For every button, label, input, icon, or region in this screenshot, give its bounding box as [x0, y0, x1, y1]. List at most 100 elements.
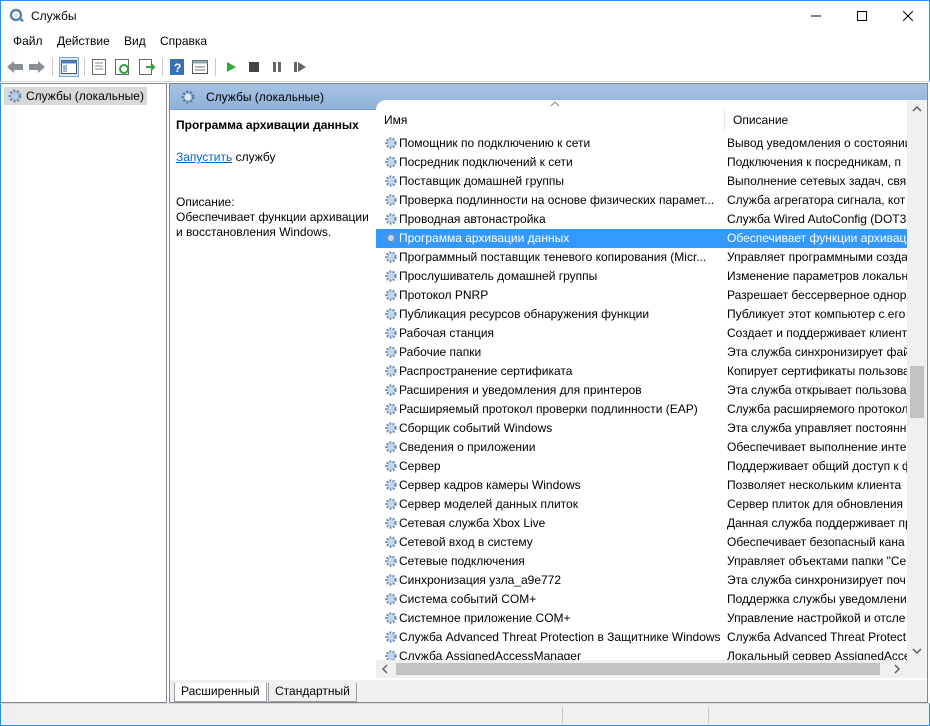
service-row[interactable]: Сервер моделей данных плиток Сервер плито… — [376, 495, 907, 514]
console-tree-button[interactable] — [59, 57, 79, 77]
gear-icon — [385, 574, 397, 586]
service-row[interactable]: Прослушиватель домашней группы Изменение … — [376, 267, 907, 286]
service-row[interactable]: Система событий COM+ Поддержка службы уве… — [376, 590, 907, 609]
gear-icon — [385, 593, 397, 605]
tree-item-services-local[interactable]: Службы (локальные) — [4, 87, 147, 105]
menu-help[interactable]: Справка — [160, 34, 207, 48]
service-description: Служба Wired AutoConfig (DOT3 — [727, 212, 907, 226]
svg-text:?: ? — [174, 61, 181, 75]
description-label: Описание: — [176, 195, 235, 209]
gear-icon — [385, 555, 397, 567]
stop-service-button[interactable] — [244, 57, 264, 77]
properties-button[interactable] — [89, 57, 109, 77]
pause-service-button[interactable] — [267, 57, 287, 77]
gear-icon — [385, 631, 397, 643]
service-row[interactable]: Протокол PNRP Разрешает бесcерверное одно… — [376, 286, 907, 305]
service-row[interactable]: Служба Advanced Threat Protection в Защи… — [376, 628, 907, 647]
service-row[interactable]: Сведения о приложении Обеспечивает выполн… — [376, 438, 907, 457]
service-name: Системное приложение COM+ — [399, 611, 571, 625]
close-button[interactable] — [885, 1, 930, 31]
back-button[interactable] — [5, 57, 25, 77]
service-row[interactable]: Поставщик домашней группы Выполнение сете… — [376, 172, 907, 191]
service-row[interactable]: Системное приложение COM+ Управление наст… — [376, 609, 907, 628]
window-title: Службы — [31, 9, 77, 23]
gear-icon — [385, 194, 397, 206]
minimize-button[interactable] — [793, 1, 839, 31]
service-row[interactable]: Сетевые подключения Управляет объектами п… — [376, 552, 907, 571]
service-description: Эта служба синхронизирует фай — [727, 345, 907, 359]
properties-icon — [92, 59, 106, 75]
service-row[interactable]: Проводная автонастройка Служба Wired Auto… — [376, 210, 907, 229]
back-icon — [7, 61, 23, 73]
service-description: Поддержка службы уведомлени — [727, 592, 907, 606]
service-row[interactable]: Расширяемый протокол проверки подлинност… — [376, 400, 907, 419]
service-name: Сервер моделей данных плиток — [399, 497, 578, 511]
service-row[interactable]: Сетевой вход в систему Обеспечивает безоп… — [376, 533, 907, 552]
service-row[interactable]: Помощник по подключению к сети Вывод увед… — [376, 134, 907, 153]
service-row[interactable]: Сервер Поддерживает общий доступ к ф — [376, 457, 907, 476]
service-row[interactable]: Рабочие папки Эта служба синхронизирует ф… — [376, 343, 907, 362]
service-row[interactable]: Расширения и уведомления для принтеров Эт… — [376, 381, 907, 400]
service-name: Проводная автонастройка — [399, 212, 546, 226]
gear-icon — [385, 327, 397, 339]
service-row[interactable]: Посредник подключений к сети Подключения … — [376, 153, 907, 172]
service-description: Эта служба открывает пользова — [727, 383, 907, 397]
menu-action[interactable]: Действие — [57, 34, 110, 48]
vertical-scrollbar[interactable] — [907, 100, 927, 660]
service-row[interactable]: Рабочая станция Создает и поддерживает кл… — [376, 324, 907, 343]
column-header-description[interactable]: Описание — [733, 108, 903, 132]
service-description: Подключения к посредникам, п — [727, 155, 902, 169]
horizontal-scroll-thumb[interactable] — [396, 663, 880, 675]
export-button[interactable] — [137, 57, 157, 77]
forward-button[interactable] — [27, 57, 47, 77]
start-service-link[interactable]: Запустить — [176, 150, 232, 164]
service-name: Сетевой вход в систему — [399, 535, 533, 549]
service-row[interactable]: Сетевая служба Xbox Live Данная служба по… — [376, 514, 907, 533]
service-name: Посредник подключений к сети — [399, 155, 573, 169]
service-description: Публикует этот компьютер с его — [727, 307, 906, 321]
menu-view[interactable]: Вид — [124, 34, 146, 48]
start-service-button[interactable] — [221, 57, 241, 77]
service-row[interactable]: Программа архивации данных Обеспечивает ф… — [376, 229, 907, 248]
maximize-icon — [857, 11, 867, 21]
service-description: Выполнение сетевых задач, связ — [727, 174, 907, 188]
start-service-suffix: службу — [232, 150, 276, 164]
service-description: Управляет программными созда — [727, 250, 907, 264]
tab-extended[interactable]: Расширенный — [174, 683, 267, 702]
help-button[interactable]: ? — [167, 57, 187, 77]
service-row[interactable]: Сборщик событий Windows Эта служба управл… — [376, 419, 907, 438]
service-name: Система событий COM+ — [399, 592, 537, 606]
service-name: Сетевые подключения — [399, 554, 525, 568]
extended-description: Программа архивации данных Запустить слу… — [170, 110, 376, 680]
column-header-name[interactable]: Имя — [384, 108, 724, 132]
title-bar: Службы — [0, 0, 930, 30]
service-description: Служба Advanced Threat Protect — [727, 630, 907, 644]
service-name: Программа архивации данных — [399, 231, 570, 245]
menu-file[interactable]: Файл — [13, 34, 43, 48]
view-button[interactable] — [190, 57, 210, 77]
gear-icon — [385, 403, 397, 415]
service-name: Публикация ресурсов обнаружения функции — [399, 307, 650, 321]
service-description: Эта служба синхронизирует поч — [727, 573, 906, 587]
service-row[interactable]: Сервер кадров камеры Windows Позволяет не… — [376, 476, 907, 495]
service-row[interactable]: Распространение сертификата Копирует серт… — [376, 362, 907, 381]
service-description: Создает и поддерживает клиенто — [727, 326, 907, 340]
gear-icon — [385, 422, 397, 434]
gear-icon — [181, 90, 195, 104]
menu-bar: Файл Действие Вид Справка — [0, 30, 930, 52]
service-name: Сервер кадров камеры Windows — [399, 478, 581, 492]
tab-standard[interactable]: Стандартный — [268, 683, 357, 702]
service-description: Данная служба поддерживает пр — [727, 516, 907, 530]
refresh-button[interactable] — [113, 57, 133, 77]
service-row[interactable]: Программный поставщик теневого копирован… — [376, 248, 907, 267]
vertical-scroll-thumb[interactable] — [910, 366, 924, 418]
service-row[interactable]: Синхронизация узла_a9e772 Эта служба синх… — [376, 571, 907, 590]
service-row[interactable]: Проверка подлинности на основе физически… — [376, 191, 907, 210]
horizontal-scrollbar[interactable] — [376, 660, 907, 678]
help-icon: ? — [170, 59, 184, 75]
console-tree-icon — [61, 60, 77, 74]
gear-icon — [385, 517, 397, 529]
maximize-button[interactable] — [839, 1, 885, 31]
service-row[interactable]: Публикация ресурсов обнаружения функции П… — [376, 305, 907, 324]
restart-service-button[interactable] — [290, 57, 310, 77]
